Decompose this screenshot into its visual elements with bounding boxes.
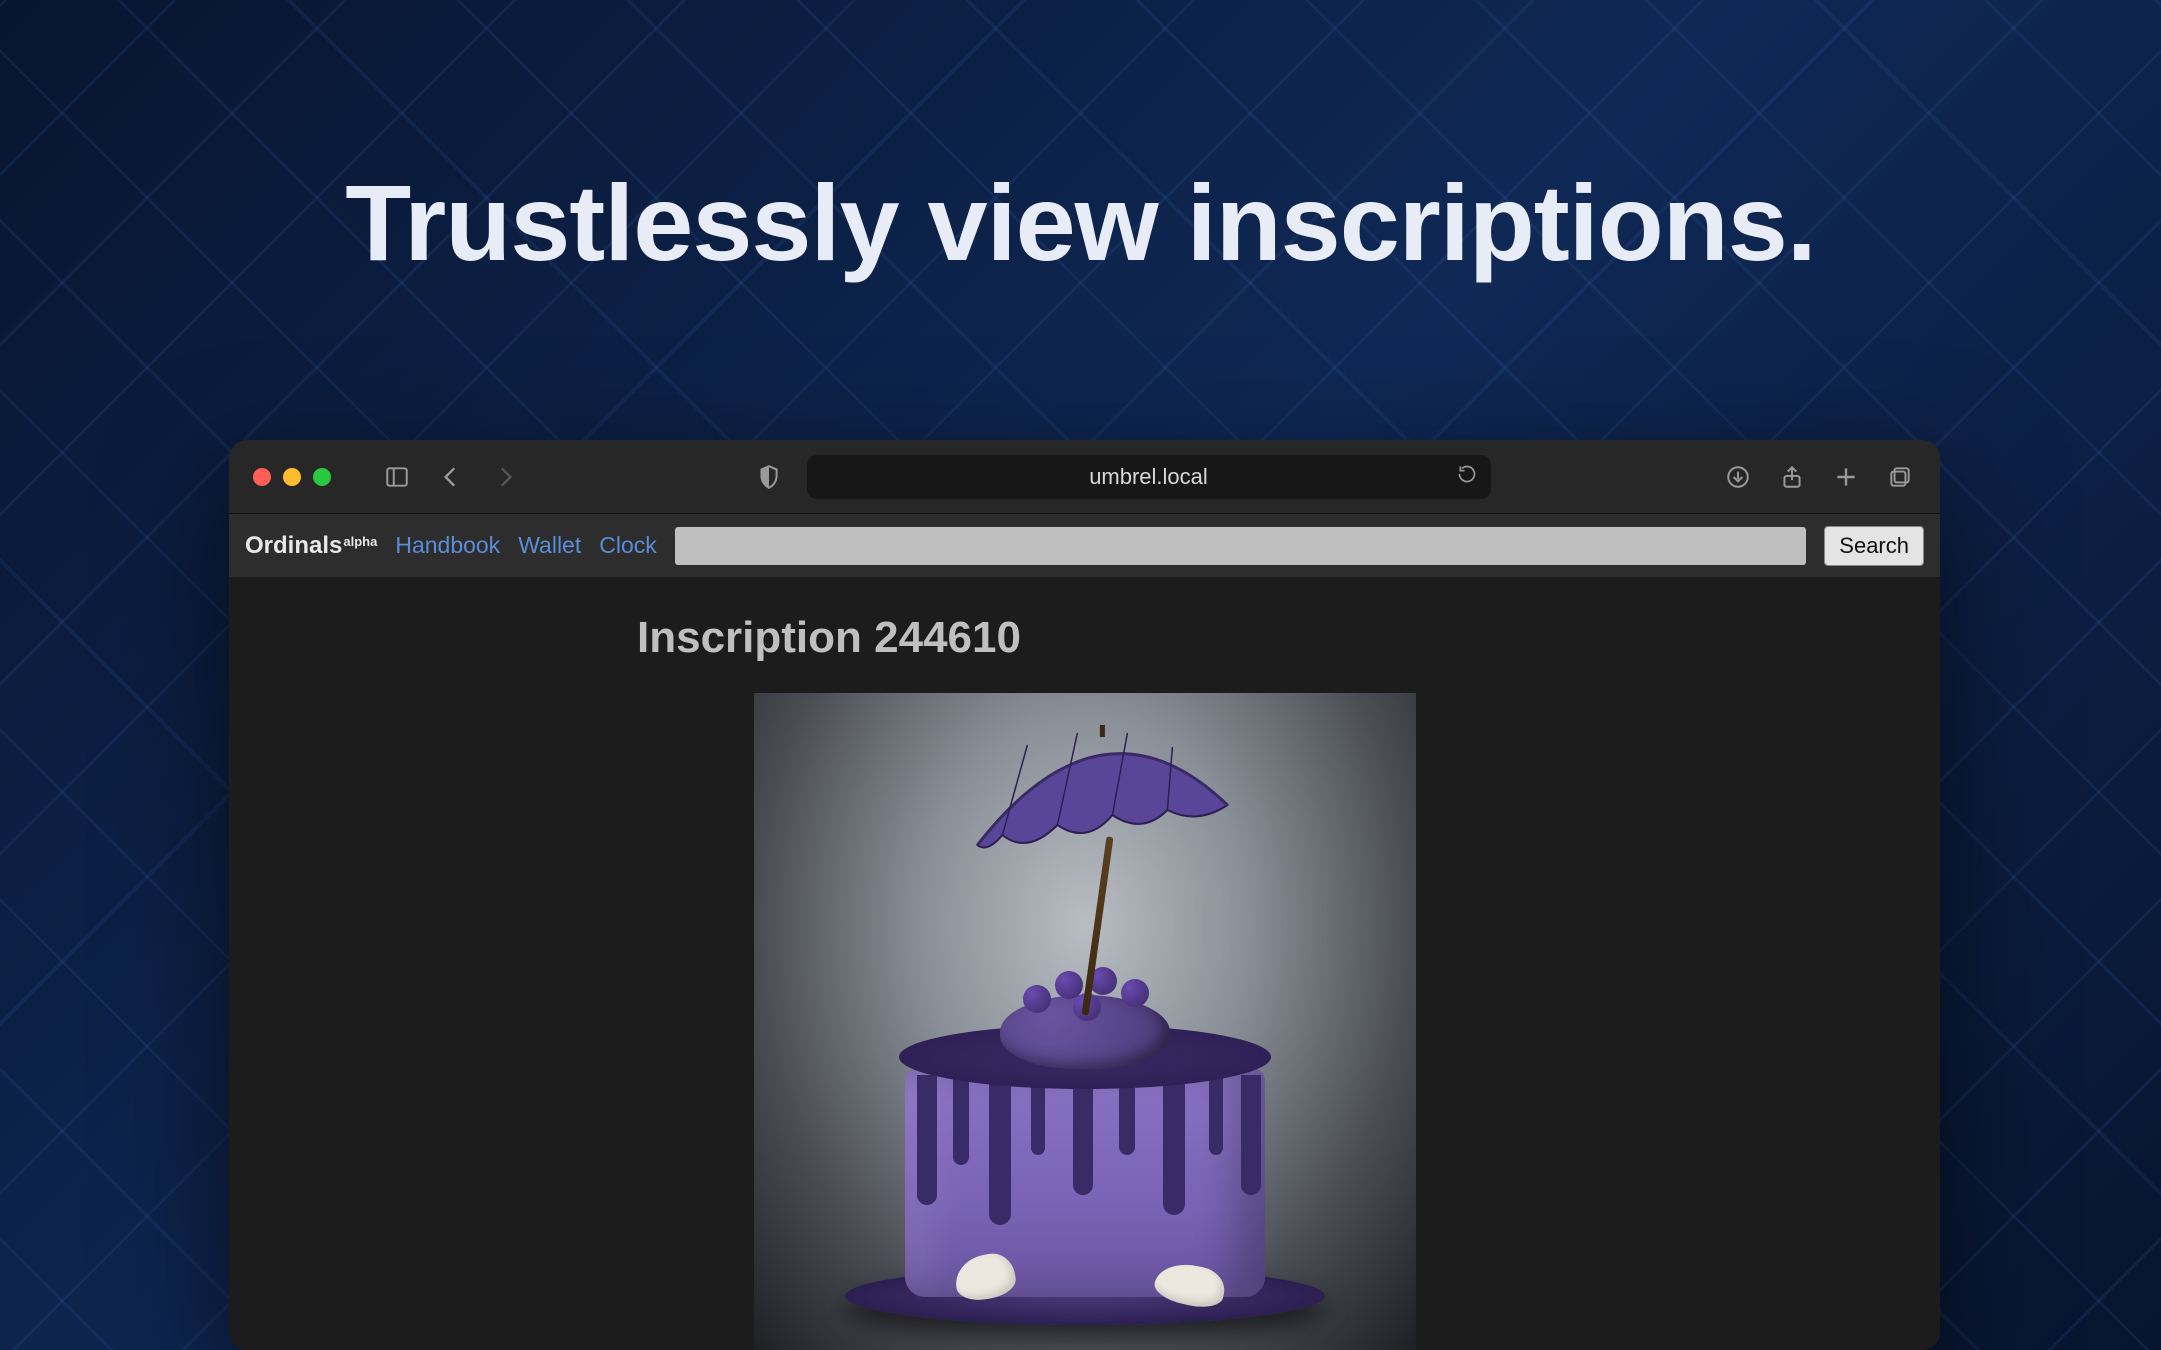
close-window-button[interactable]: [253, 468, 271, 486]
cake-drip: [1073, 1075, 1093, 1195]
tab-overview-icon[interactable]: [1884, 461, 1916, 493]
hero-title: Trustlessly view inscriptions.: [0, 0, 2161, 285]
nav-wallet[interactable]: Wallet: [518, 532, 581, 559]
browser-window: umbrel.local: [229, 440, 1940, 1350]
window-controls: [253, 468, 331, 486]
cake-drip: [1209, 1075, 1223, 1155]
browser-toolbar: umbrel.local: [229, 440, 1940, 514]
inscription-image: [754, 693, 1416, 1350]
reload-icon[interactable]: [1457, 464, 1477, 489]
forward-button-icon[interactable]: [489, 461, 521, 493]
new-tab-icon[interactable]: [1830, 461, 1862, 493]
search-button[interactable]: Search: [1824, 526, 1924, 566]
page-title: Inscription 244610: [637, 613, 1940, 663]
cake-drip: [989, 1075, 1011, 1225]
sidebar-toggle-icon[interactable]: [381, 461, 413, 493]
url-text: umbrel.local: [1089, 464, 1208, 490]
maximize-window-button[interactable]: [313, 468, 331, 486]
brand-name: Ordinals: [245, 532, 342, 560]
cake-drip: [917, 1075, 937, 1205]
cake-drip: [953, 1075, 969, 1165]
cake-berry: [1023, 985, 1051, 1013]
share-icon[interactable]: [1776, 461, 1808, 493]
cake-drip: [1163, 1075, 1185, 1215]
nav-clock[interactable]: Clock: [599, 532, 657, 559]
page-content: Inscription 244610: [229, 577, 1940, 1350]
nav-handbook[interactable]: Handbook: [395, 532, 500, 559]
umbrella-icon: [957, 725, 1247, 885]
search-input[interactable]: [675, 527, 1807, 565]
shield-icon[interactable]: [753, 461, 785, 493]
app-navbar: Ordinalsalpha Handbook Wallet Clock Sear…: [229, 514, 1940, 577]
downloads-icon[interactable]: [1722, 461, 1754, 493]
cake-berry: [1121, 979, 1149, 1007]
minimize-window-button[interactable]: [283, 468, 301, 486]
url-bar[interactable]: umbrel.local: [807, 455, 1491, 499]
back-button-icon[interactable]: [435, 461, 467, 493]
cake-drip: [1241, 1075, 1261, 1195]
brand-logo[interactable]: Ordinalsalpha: [245, 532, 377, 560]
brand-badge: alpha: [343, 534, 377, 549]
